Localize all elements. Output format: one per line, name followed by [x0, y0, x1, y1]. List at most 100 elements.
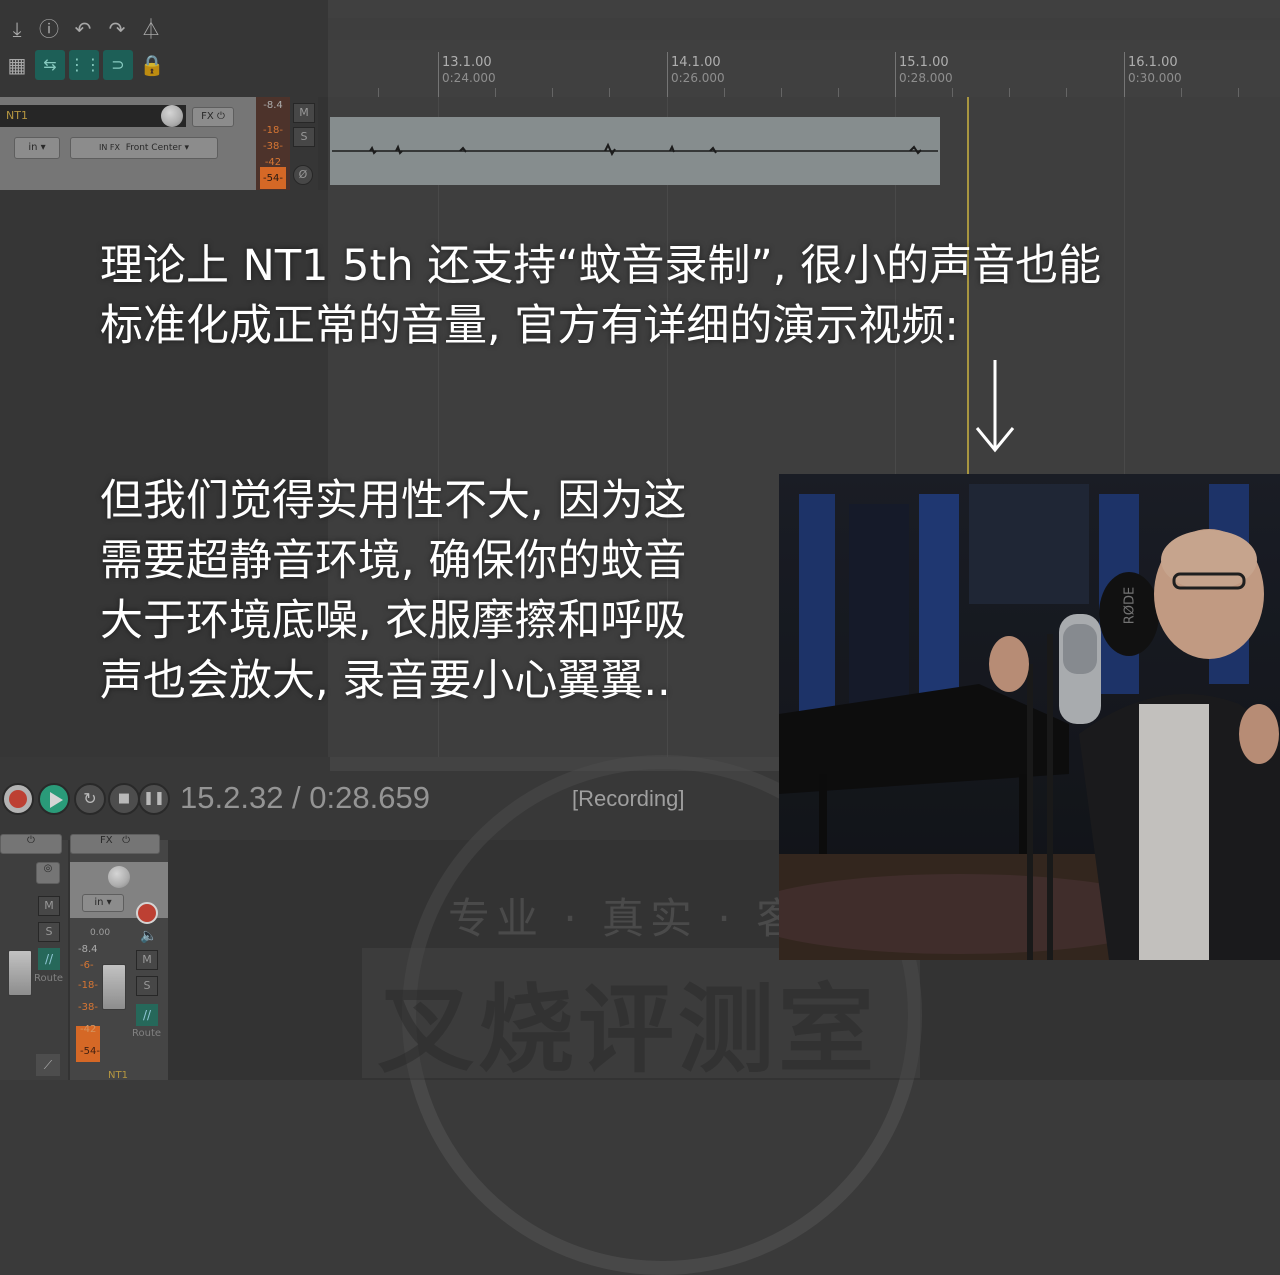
marker-measure: 15.1.00 [899, 55, 949, 70]
strip-meter-peak: -8.4 [78, 944, 98, 955]
marker-time: 0:24.000 [442, 71, 496, 85]
info-icon[interactable]: ⓘ [36, 16, 62, 42]
track-header[interactable]: NT1 FX ⏻ in ▾ IN FX Front Center ▾ [0, 97, 256, 190]
strip-pan-knob[interactable] [108, 866, 130, 888]
time-display[interactable]: 15.2.32 / 0:28.659 [180, 780, 430, 816]
master-strip: ⏻ ◎ M S // Route ⟋ [0, 834, 68, 1080]
meter-peak-label: -8.4 [263, 100, 283, 111]
volume-knob[interactable] [161, 105, 183, 127]
lock-icon[interactable]: 🔒 [139, 52, 165, 78]
strip-input-label: in [94, 897, 104, 908]
caption-para-line-4: 声也会放大, 录音要小心翼翼.. [100, 656, 671, 706]
strip-meter-scale: -54- [80, 1046, 100, 1057]
record-arm-button[interactable] [136, 902, 158, 924]
ruler-marker: 16.1.00 0:30.000 [1124, 52, 1182, 97]
marker-time: 0:28.000 [899, 71, 953, 85]
play-icon [50, 792, 63, 808]
demo-video-frame[interactable]: RØDE [779, 474, 1280, 960]
strip-fx-button[interactable]: FX ⏻ [70, 834, 160, 854]
pause-button[interactable]: ❚❚ [138, 783, 170, 815]
track-ms-buttons: M S Ø [290, 97, 318, 190]
route-icon[interactable]: // [38, 948, 60, 970]
nt1-mixer-strip: FX ⏻ in ▾ 0.00 🔈 -8.4 -6- -18- -38- -42 … [70, 834, 168, 1081]
stop-icon: ■ [117, 791, 131, 806]
master-route-label: Route [34, 973, 64, 984]
repeat-icon: ↻ [83, 789, 97, 808]
caption-line-1: 理论上 NT1 5th 还支持“蚊音录制”, 很小的声音也能 [100, 241, 1102, 291]
meter-scale-label: -18- [263, 125, 283, 136]
track-meter: -8.4 -18- -38- -42 -54- [256, 97, 290, 190]
solo-button[interactable]: S [293, 127, 315, 147]
mute-button[interactable]: M [293, 103, 315, 123]
strip-meter-scale: -42 [80, 1024, 97, 1035]
caption-para-line-1: 但我们觉得实用性不大, 因为这 [100, 476, 687, 526]
input-fx-label: IN FX [98, 143, 120, 152]
caption-para-line-2: 需要超静音环境, 确保你的蚊音 [100, 536, 687, 586]
save-icon[interactable]: ⤓ [4, 16, 30, 42]
redo-icon[interactable]: ↷ [104, 16, 130, 42]
watermark-logo-text: 叉烧评测室 [378, 974, 878, 1086]
ripple-edit-icon[interactable]: ⇆ [35, 50, 65, 80]
strip-route-icon[interactable]: // [136, 1004, 158, 1026]
mono-icon[interactable]: ◎ [36, 862, 60, 884]
stop-button[interactable]: ■ [108, 783, 140, 815]
strip-fx-label: FX [99, 835, 113, 846]
input-select[interactable]: in ▾ [14, 137, 60, 159]
strip-meter-scale: -6- [80, 960, 94, 971]
undo-icon[interactable]: ↶ [70, 16, 96, 42]
envelope-icon[interactable]: ⟋ [36, 1054, 60, 1076]
record-icon [9, 790, 27, 808]
marker-time: 0:30.000 [1128, 71, 1182, 85]
ruler-marker: 14.1.00 0:26.000 [667, 52, 725, 97]
strip-solo-button[interactable]: S [136, 976, 158, 996]
power-icon: ⏻ [216, 111, 225, 122]
fx-label: FX [201, 111, 214, 122]
marker-measure: 13.1.00 [442, 55, 492, 70]
channel-label: Front Center [125, 143, 182, 153]
grid-icon[interactable]: ▦ [4, 52, 30, 78]
master-mute-button[interactable]: M [38, 896, 60, 916]
waveform [332, 142, 938, 157]
meter-scale-label: -42 [264, 157, 282, 168]
timeline-ruler[interactable]: 13.1.00 0:24.000 14.1.00 0:26.000 15.1.0… [328, 0, 1280, 97]
snap-icon[interactable]: ⊃ [103, 50, 133, 80]
strip-volume[interactable]: 0.00 [90, 928, 110, 938]
caption-para-line-3: 大于环境底噪, 衣服摩擦和呼吸 [100, 596, 687, 646]
marker-time: 0:26.000 [671, 71, 725, 85]
metronome-icon[interactable]: ⏃ [138, 16, 164, 42]
repeat-button[interactable]: ↻ [74, 783, 106, 815]
caption-line-2: 标准化成正常的音量, 官方有详细的演示视频: [100, 301, 959, 351]
strip-meter-scale: -38- [78, 1002, 98, 1013]
pause-icon: ❚❚ [143, 791, 165, 806]
strip-meter-scale: -18- [78, 980, 98, 991]
track-name[interactable]: NT1 [0, 105, 186, 127]
master-fader[interactable] [8, 950, 32, 996]
fx-button[interactable]: FX ⏻ [192, 107, 234, 127]
video-still [779, 474, 1280, 960]
channel-select[interactable]: IN FX Front Center ▾ [70, 137, 218, 159]
chevron-down-icon: ▾ [40, 142, 46, 153]
marker-measure: 14.1.00 [671, 55, 721, 70]
meter-scale-label: -38- [263, 141, 283, 152]
play-button[interactable] [38, 783, 70, 815]
audio-clip[interactable] [330, 117, 940, 185]
ruler-marker: 13.1.00 0:24.000 [438, 52, 496, 97]
input-label: in [28, 142, 38, 153]
strip-mute-button[interactable]: M [136, 950, 158, 970]
ruler-marker: 15.1.00 0:28.000 [895, 52, 953, 97]
master-solo-button[interactable]: S [38, 922, 60, 942]
meter-scale-label: -54- [263, 173, 283, 184]
phase-button[interactable]: Ø [293, 165, 313, 185]
marker-measure: 16.1.00 [1128, 55, 1178, 70]
strip-input-select[interactable]: in ▾ [82, 894, 124, 912]
watermark-slogan: 专业 · 真实 · 客 [448, 894, 805, 943]
ruler-region-strip[interactable] [328, 18, 1280, 40]
main-toolbar: ⤓ ⓘ ↶ ↷ ⏃ ▦ ⇆ ⋮⋮ ⊃ 🔒 [0, 0, 328, 97]
record-button[interactable] [2, 783, 34, 815]
master-fx-button[interactable]: ⏻ [0, 834, 62, 854]
grid-lines-icon[interactable]: ⋮⋮ [69, 50, 101, 80]
speaker-icon[interactable]: 🔈 [140, 928, 157, 944]
mic-brand-text: RØDE [1122, 586, 1138, 625]
strip-fader[interactable] [102, 964, 126, 1010]
strip-track-name: NT1 [108, 1070, 128, 1081]
